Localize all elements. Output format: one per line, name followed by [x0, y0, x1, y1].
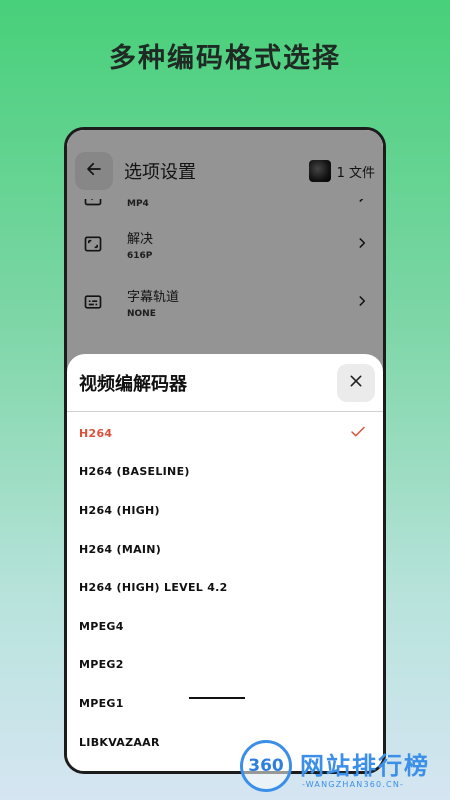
close-button[interactable]	[337, 363, 375, 402]
codec-option-label: H264 (HIGH)	[79, 503, 160, 517]
close-icon	[348, 373, 364, 393]
codec-option[interactable]: H264 (MAIN)	[67, 530, 383, 569]
codec-option-label: H264 (MAIN)	[79, 542, 162, 556]
home-indicator	[189, 697, 245, 699]
codec-option-label: H264 (HIGH) LEVEL 4.2	[79, 581, 228, 595]
codec-option[interactable]: H264	[67, 414, 383, 453]
codec-option[interactable]: H264 (BASELINE)	[67, 453, 383, 492]
codec-option-label: LIBKVAZAAR	[79, 735, 160, 749]
watermark-name: 网站排行榜	[300, 752, 430, 780]
codec-option-label: MPEG4	[79, 619, 124, 633]
watermark-url: -WANGZHAN360.CN-	[302, 780, 405, 789]
codec-option[interactable]: H264 (HIGH) LEVEL 4.2	[67, 568, 383, 607]
codec-option[interactable]: MPEG1	[67, 684, 383, 723]
check-icon	[349, 423, 367, 444]
sheet-header: 视频编解码器	[67, 354, 383, 412]
phone-frame: 选项设置 1 文件 格式 MP4 解决 616P	[64, 127, 386, 774]
codec-option[interactable]: H264 (HIGH)	[67, 491, 383, 530]
logo-360-icon: 360	[240, 740, 292, 792]
codec-bottom-sheet: 视频编解码器 H264 H264 (BASELINE) H264 (HIGH) …	[67, 354, 383, 771]
codec-option-label: H264 (BASELINE)	[79, 465, 190, 479]
codec-option-label: H264	[79, 426, 113, 440]
site-watermark: 360 网站排行榜 -WANGZHAN360.CN-	[238, 740, 448, 798]
codec-option-label: MPEG2	[79, 658, 124, 672]
watermark-number: 360	[248, 756, 284, 776]
codec-option-label: MPEG1	[79, 696, 124, 710]
sheet-title: 视频编解码器	[79, 373, 187, 395]
codec-options-list: H264 H264 (BASELINE) H264 (HIGH) H264 (M…	[67, 412, 383, 761]
headline: 多种编码格式选择	[109, 43, 341, 74]
codec-option[interactable]: MPEG4	[67, 607, 383, 646]
codec-option[interactable]: MPEG2	[67, 646, 383, 685]
